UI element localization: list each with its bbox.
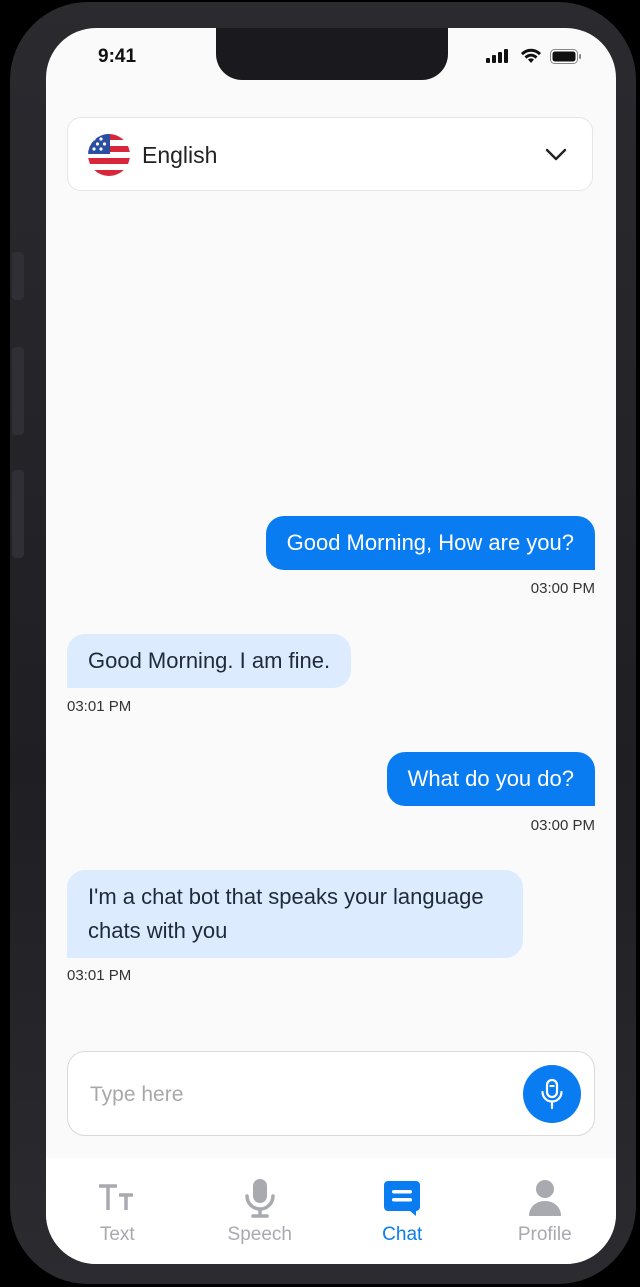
sent-message-bubble: What do you do?: [386, 752, 595, 806]
app-screen: 9:41 English Good Morning, How are you? …: [46, 28, 616, 1264]
tab-text[interactable]: Text: [46, 1158, 189, 1264]
tab-label: Chat: [382, 1224, 423, 1245]
message-timestamp: 03:01 PM: [67, 698, 132, 715]
message-input[interactable]: [88, 1078, 492, 1112]
chevron-down-icon: [545, 148, 567, 161]
tab-profile[interactable]: Profile: [474, 1158, 617, 1264]
chat-icon: [382, 1178, 422, 1218]
received-message-bubble: Good Morning. I am fine.: [67, 634, 352, 688]
mute-switch: [12, 252, 24, 300]
microphone-icon: [541, 1078, 563, 1110]
sent-message-bubble: Good Morning, How are you?: [265, 516, 595, 570]
tab-label: Profile: [517, 1224, 572, 1245]
volume-down-button: [12, 470, 24, 558]
message-timestamp: 03:00 PM: [530, 817, 595, 834]
voice-input-button[interactable]: [523, 1065, 581, 1123]
volume-up-button: [12, 347, 24, 435]
phone-frame: 9:41 English Good Morning, How are you? …: [10, 2, 636, 1284]
status-time: 9:41: [98, 46, 137, 67]
selected-language: English: [142, 142, 218, 168]
person-icon: [525, 1178, 565, 1218]
message-timestamp: 03:01 PM: [67, 967, 132, 984]
us-flag-icon: [88, 134, 130, 176]
text-size-icon: [97, 1178, 137, 1218]
language-selector[interactable]: English: [67, 117, 593, 191]
tab-label: Text: [99, 1224, 135, 1245]
tab-speech[interactable]: Speech: [189, 1158, 332, 1264]
received-message-bubble: I'm a chat bot that speaks your language…: [67, 870, 523, 958]
bottom-tab-bar: Text Speech Chat Profile: [46, 1158, 616, 1264]
battery-icon: [550, 48, 581, 64]
wifi-icon: [521, 48, 541, 63]
status-icons: [486, 48, 582, 64]
message-composer: [67, 1051, 595, 1136]
microphone-icon: [240, 1178, 280, 1218]
tab-label: Speech: [227, 1224, 292, 1245]
notch: [216, 28, 448, 80]
signal-icon: [486, 49, 508, 63]
message-timestamp: 03:00 PM: [530, 580, 595, 597]
tab-chat[interactable]: Chat: [331, 1158, 474, 1264]
